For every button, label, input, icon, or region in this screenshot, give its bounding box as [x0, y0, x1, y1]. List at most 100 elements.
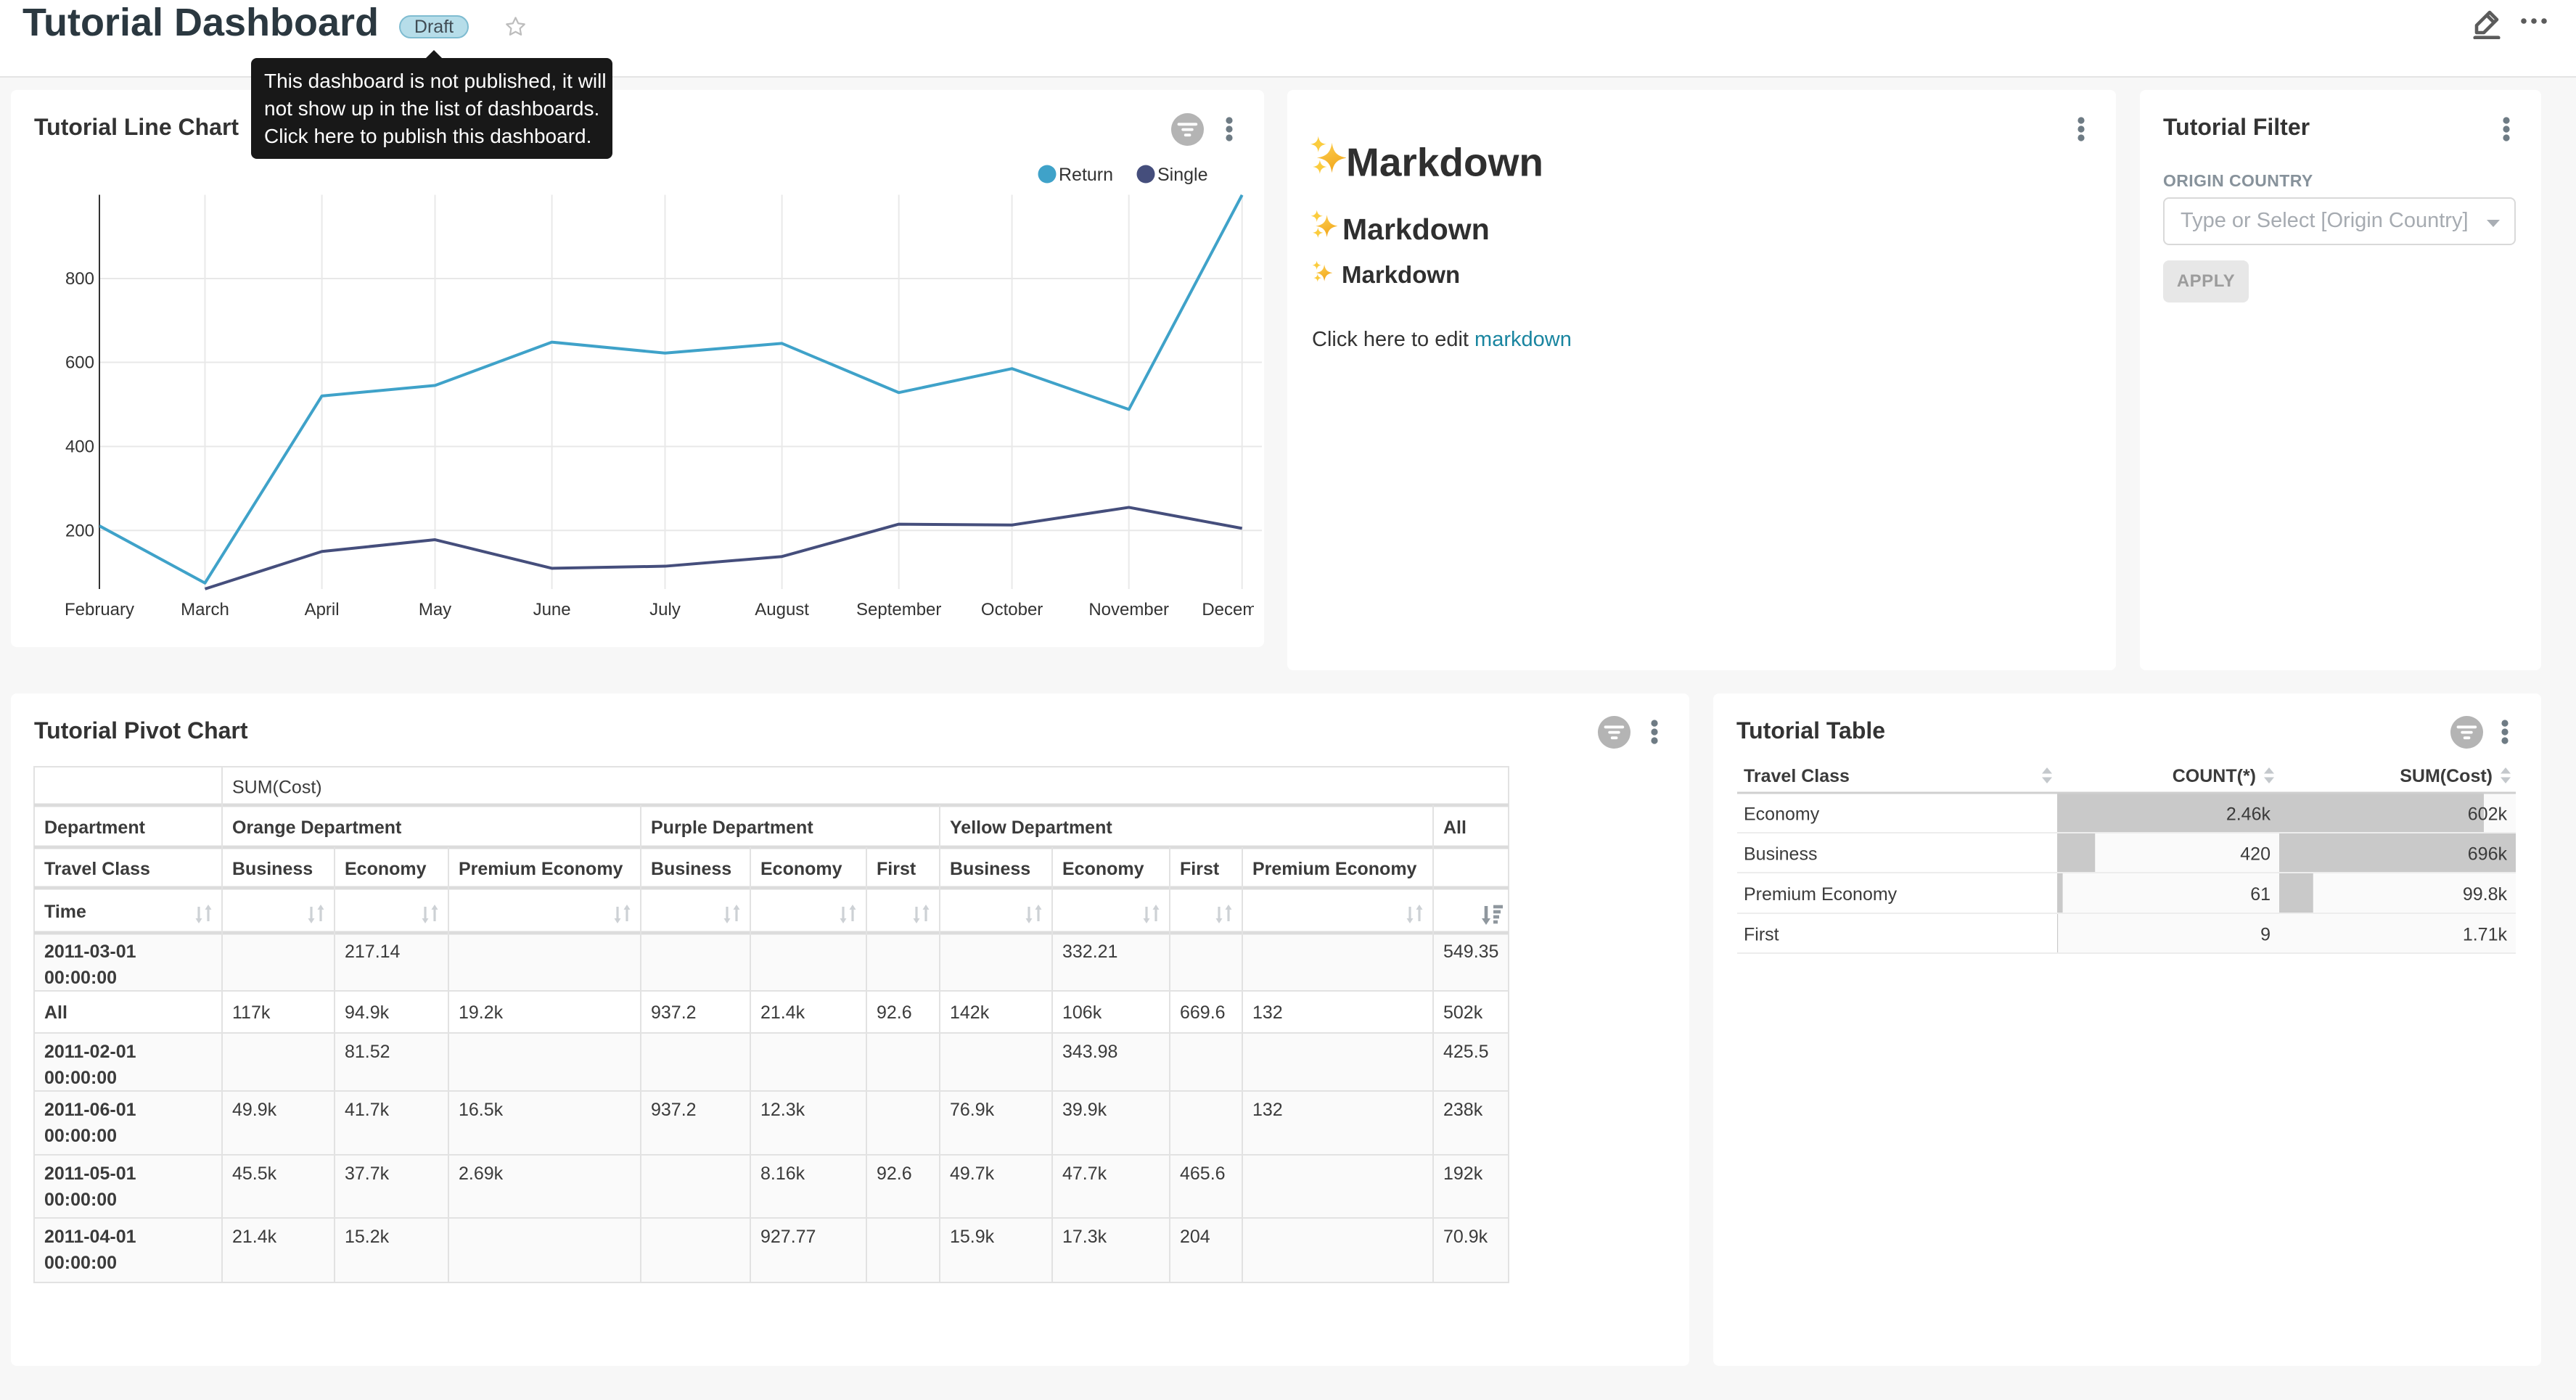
svg-text:94.9k: 94.9k: [345, 1002, 390, 1023]
svg-text:Return: Return: [1059, 165, 1113, 185]
svg-text:549.35: 549.35: [1443, 942, 1498, 962]
svg-text:15.2k: 15.2k: [345, 1227, 390, 1247]
svg-text:937.2: 937.2: [651, 1100, 697, 1120]
svg-text:April: April: [305, 600, 340, 619]
svg-text:2.69k: 2.69k: [459, 1164, 504, 1184]
svg-text:81.52: 81.52: [345, 1042, 390, 1062]
svg-text:Business: Business: [950, 859, 1030, 879]
svg-text:All: All: [1443, 818, 1467, 838]
svg-text:192k: 192k: [1443, 1164, 1483, 1184]
svg-text:15.9k: 15.9k: [950, 1227, 995, 1247]
svg-text:Business: Business: [232, 859, 313, 879]
svg-text:2011-05-01: 2011-05-01: [44, 1164, 136, 1184]
svg-text:465.6: 465.6: [1180, 1164, 1226, 1184]
svg-text:800: 800: [65, 269, 94, 289]
svg-text:Travel Class: Travel Class: [1744, 766, 1850, 786]
svg-text:Time: Time: [44, 902, 86, 922]
svg-text:420: 420: [2240, 844, 2271, 865]
svg-text:August: August: [755, 600, 809, 619]
svg-text:SUM(Cost): SUM(Cost): [232, 778, 322, 798]
svg-text:Orange Department: Orange Department: [232, 818, 402, 838]
svg-text:All: All: [44, 1002, 67, 1023]
svg-text:9: 9: [2260, 925, 2271, 945]
svg-text:37.7k: 37.7k: [345, 1164, 390, 1184]
svg-text:First: First: [877, 859, 916, 879]
svg-text:49.9k: 49.9k: [232, 1100, 277, 1120]
svg-text:600: 600: [65, 353, 94, 373]
svg-text:00:00:00: 00:00:00: [44, 1126, 117, 1146]
svg-text:12.3k: 12.3k: [760, 1100, 805, 1120]
svg-text:June: June: [533, 600, 571, 619]
svg-text:00:00:00: 00:00:00: [44, 1190, 117, 1210]
svg-text:937.2: 937.2: [651, 1002, 697, 1023]
svg-text:00:00:00: 00:00:00: [44, 1068, 117, 1088]
svg-text:41.7k: 41.7k: [345, 1100, 390, 1120]
svg-text:1.71k: 1.71k: [2463, 925, 2508, 945]
svg-text:November: November: [1088, 600, 1169, 619]
svg-text:92.6: 92.6: [877, 1002, 912, 1023]
svg-text:142k: 142k: [950, 1002, 990, 1023]
svg-text:May: May: [419, 600, 451, 619]
svg-text:927.77: 927.77: [760, 1227, 816, 1247]
svg-text:343.98: 343.98: [1062, 1042, 1117, 1062]
svg-text:696k: 696k: [2468, 844, 2508, 865]
svg-text:September: September: [856, 600, 941, 619]
svg-text:October: October: [981, 600, 1043, 619]
svg-text:00:00:00: 00:00:00: [44, 968, 117, 988]
svg-text:425.5: 425.5: [1443, 1042, 1489, 1062]
svg-text:Premium Economy: Premium Economy: [459, 859, 623, 879]
svg-text:SUM(Cost): SUM(Cost): [2400, 766, 2493, 786]
svg-text:Travel Class: Travel Class: [44, 859, 150, 879]
svg-text:106k: 106k: [1062, 1002, 1102, 1023]
svg-text:Department: Department: [44, 818, 146, 838]
svg-text:70.9k: 70.9k: [1443, 1227, 1488, 1247]
svg-text:July: July: [649, 600, 681, 619]
svg-text:132: 132: [1252, 1002, 1283, 1023]
svg-text:669.6: 669.6: [1180, 1002, 1226, 1023]
svg-text:2011-04-01: 2011-04-01: [44, 1227, 136, 1247]
svg-text:238k: 238k: [1443, 1100, 1483, 1120]
svg-text:400: 400: [65, 437, 94, 457]
svg-text:49.7k: 49.7k: [950, 1164, 995, 1184]
svg-text:21.4k: 21.4k: [760, 1002, 805, 1023]
svg-text:332.21: 332.21: [1062, 942, 1117, 962]
svg-text:602k: 602k: [2468, 804, 2508, 825]
svg-text:Premium Economy: Premium Economy: [1744, 884, 1898, 905]
svg-text:45.5k: 45.5k: [232, 1164, 277, 1184]
svg-text:00:00:00: 00:00:00: [44, 1253, 117, 1273]
svg-text:204: 204: [1180, 1227, 1210, 1247]
svg-text:17.3k: 17.3k: [1062, 1227, 1107, 1247]
svg-text:February: February: [65, 600, 134, 619]
svg-text:39.9k: 39.9k: [1062, 1100, 1107, 1120]
svg-text:2011-03-01: 2011-03-01: [44, 942, 136, 962]
svg-text:Business: Business: [1744, 844, 1817, 865]
svg-text:Economy: Economy: [1062, 859, 1144, 879]
svg-text:76.9k: 76.9k: [950, 1100, 995, 1120]
svg-text:2.46k: 2.46k: [2226, 804, 2271, 825]
svg-text:61: 61: [2250, 884, 2271, 905]
svg-text:First: First: [1744, 925, 1779, 945]
svg-text:Economy: Economy: [345, 859, 427, 879]
svg-text:502k: 502k: [1443, 1002, 1483, 1023]
svg-text:March: March: [181, 600, 229, 619]
svg-text:21.4k: 21.4k: [232, 1227, 277, 1247]
svg-text:132: 132: [1252, 1100, 1283, 1120]
svg-text:Purple Department: Purple Department: [651, 818, 813, 838]
svg-text:Premium Economy: Premium Economy: [1252, 859, 1417, 879]
svg-text:200: 200: [65, 521, 94, 540]
svg-text:99.8k: 99.8k: [2463, 884, 2508, 905]
svg-text:19.2k: 19.2k: [459, 1002, 504, 1023]
svg-text:Business: Business: [651, 859, 731, 879]
svg-text:217.14: 217.14: [345, 942, 401, 962]
svg-text:117k: 117k: [232, 1002, 271, 1023]
svg-text:Economy: Economy: [1744, 804, 1820, 825]
svg-text:2011-02-01: 2011-02-01: [44, 1042, 136, 1062]
svg-text:16.5k: 16.5k: [459, 1100, 504, 1120]
svg-text:2011-06-01: 2011-06-01: [44, 1100, 136, 1120]
svg-text:Yellow Department: Yellow Department: [950, 818, 1112, 838]
svg-text:COUNT(*): COUNT(*): [2173, 766, 2256, 786]
svg-text:8.16k: 8.16k: [760, 1164, 805, 1184]
svg-text:Single: Single: [1157, 165, 1208, 185]
svg-text:First: First: [1180, 859, 1220, 879]
svg-text:Economy: Economy: [760, 859, 842, 879]
